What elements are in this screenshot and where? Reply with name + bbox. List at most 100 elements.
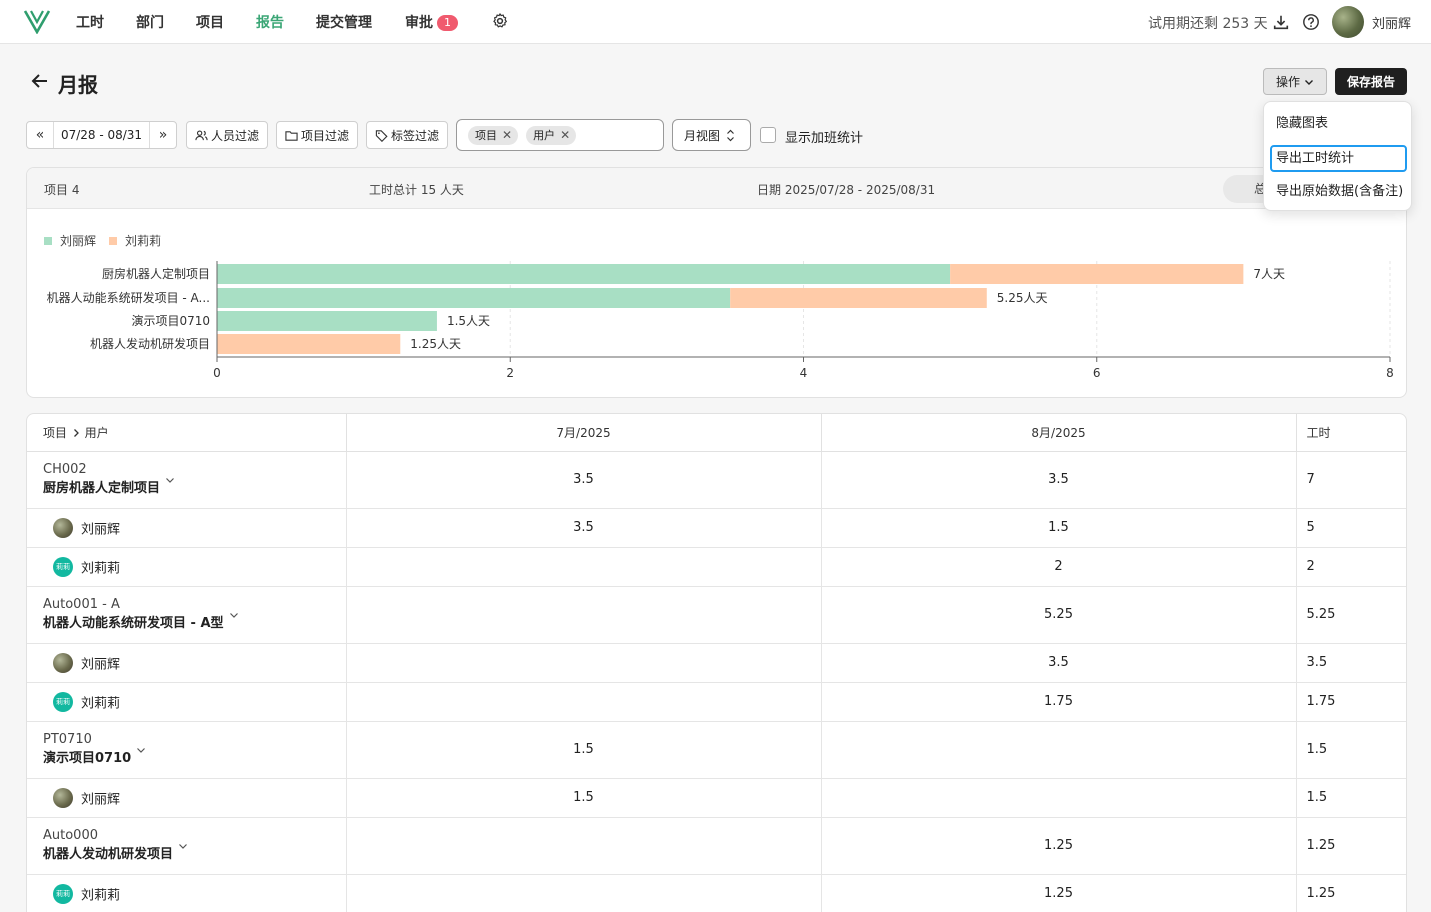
table-row-user: 刘丽辉 3.5 3.5 (27, 643, 1406, 683)
legend-swatch (44, 237, 52, 245)
cell-total: 2 (1296, 547, 1406, 587)
actions-button[interactable]: 操作 (1263, 68, 1327, 95)
cell-total: 1.25 (1296, 817, 1406, 875)
date-range-display[interactable]: 07/28 - 08/31 (53, 122, 150, 148)
menu-item-hide-chart[interactable]: 隐藏图表 (1270, 110, 1407, 137)
project-name: 机器人发动机研发项目 (43, 846, 174, 862)
cell-july (346, 874, 822, 912)
cell-total: 7 (1296, 451, 1406, 509)
chevron-down-icon (1305, 79, 1313, 85)
tag-filter-button[interactable]: 标签过滤 (366, 121, 449, 149)
project-count: 项目 4 (44, 183, 80, 197)
cell-total: 1.5 (1296, 778, 1406, 818)
cell-july: 3.5 (346, 451, 822, 509)
cell-july: 1.5 (346, 778, 822, 818)
chart-bar[interactable] (730, 288, 987, 308)
chart-bar[interactable] (217, 334, 401, 354)
header-project-label: 项目 (43, 425, 68, 440)
chart-bar[interactable] (217, 311, 437, 331)
data-label: 5.25人天 (997, 291, 1048, 305)
cell-august (821, 721, 1297, 779)
people-icon (195, 129, 208, 140)
chevron-down-icon[interactable] (135, 744, 147, 756)
remove-chip-icon[interactable]: ✕ (502, 128, 512, 142)
nav-item-projects[interactable]: 项目 (196, 12, 224, 32)
cell-july (346, 586, 822, 644)
people-filter-button[interactable]: 人员过滤 (186, 121, 269, 149)
x-tick-label: 4 (800, 366, 808, 380)
nav-item-approvals[interactable]: 审批 1 (405, 12, 458, 32)
report-table-card: 项目 用户 7月/2025 8月/2025 工时 CH002 厨房机器人定制项目 … (26, 413, 1407, 912)
chevron-down-icon[interactable] (177, 840, 189, 852)
menu-item-export-hours[interactable]: 导出工时统计 (1270, 145, 1407, 172)
remove-chip-icon[interactable]: ✕ (560, 128, 570, 142)
chart-bar[interactable] (217, 264, 951, 284)
table-row-user: 刘丽辉 1.5 1.5 (27, 778, 1406, 818)
help-icon[interactable] (1302, 13, 1320, 31)
project-name: 机器人动能系统研发项目 - A型 (43, 615, 224, 631)
avatar (53, 517, 73, 538)
view-select[interactable]: 月视图 (672, 119, 751, 151)
table-header-row: 项目 用户 7月/2025 8月/2025 工时 (27, 414, 1406, 452)
group-chip-project-label: 项目 (475, 129, 497, 142)
chevron-down-icon[interactable] (228, 609, 240, 621)
column-header-project-user[interactable]: 项目 用户 (27, 414, 347, 452)
user-name: 刘莉莉 (81, 888, 121, 903)
cell-total: 5 (1296, 508, 1406, 548)
project-filter-label: 项目过滤 (301, 128, 350, 143)
save-report-button[interactable]: 保存报告 (1335, 68, 1407, 95)
x-tick-label: 2 (506, 366, 514, 380)
header-user-label: 用户 (84, 425, 109, 440)
cell-total: 1.5 (1296, 721, 1406, 779)
user-cell: 莉莉 刘莉莉 (27, 874, 347, 912)
project-cell[interactable]: CH002 厨房机器人定制项目 (27, 451, 347, 509)
date-range-picker: « 07/28 - 08/31 » (26, 121, 177, 149)
download-icon[interactable] (1272, 13, 1290, 31)
top-navbar: 工时 部门 项目 报告 提交管理 审批 1 试用期还剩 253 天 刘丽辉 (0, 0, 1431, 44)
nav-item-departments[interactable]: 部门 (136, 12, 164, 32)
nav-item-timesheet[interactable]: 工时 (76, 12, 104, 32)
next-period-button[interactable]: » (150, 122, 176, 148)
chevron-right-icon (73, 428, 79, 437)
gear-icon[interactable] (491, 12, 509, 30)
actions-dropdown-menu: 隐藏图表 导出工时统计 导出原始数据(含备注) (1263, 101, 1412, 211)
table-row-project: CH002 厨房机器人定制项目 3.5 3.5 7 (27, 451, 1406, 509)
project-cell[interactable]: Auto000 机器人发动机研发项目 (27, 817, 347, 875)
chevron-down-icon[interactable] (164, 474, 176, 486)
project-filter-button[interactable]: 项目过滤 (276, 121, 359, 149)
prev-period-button[interactable]: « (27, 122, 53, 148)
summary-bar: 项目 4 工时总计 15 人天 日期 2025/07/28 - 2025/08/… (27, 168, 1406, 209)
group-by-select[interactable]: 项目 ✕ 用户 ✕ (456, 119, 664, 151)
chart-bar[interactable] (950, 264, 1244, 284)
menu-item-export-raw-data[interactable]: 导出原始数据(含备注) (1270, 178, 1407, 205)
x-tick-label: 8 (1386, 366, 1394, 380)
project-cell[interactable]: Auto001 - A 机器人动能系统研发项目 - A型 (27, 586, 347, 644)
overtime-checkbox[interactable] (760, 127, 776, 143)
project-cell[interactable]: PT0710 演示项目0710 (27, 721, 347, 779)
avatar (53, 652, 73, 673)
project-code: PT0710 (43, 731, 92, 747)
chart-bar[interactable] (217, 288, 731, 308)
avatar[interactable] (1332, 6, 1364, 38)
legend-label: 刘丽辉 (60, 234, 96, 248)
cell-total: 1.25 (1296, 874, 1406, 912)
cell-august (821, 778, 1297, 818)
nav-item-submissions[interactable]: 提交管理 (316, 12, 372, 32)
user-name: 刘丽辉 (81, 657, 121, 672)
nav-item-approvals-label: 审批 (405, 15, 433, 31)
group-chip-user: 用户 ✕ (526, 125, 577, 145)
cell-july: 3.5 (346, 508, 822, 548)
cell-july (346, 682, 822, 722)
logo-icon[interactable] (23, 8, 51, 34)
cell-total: 5.25 (1296, 586, 1406, 644)
nav-item-reports[interactable]: 报告 (256, 12, 284, 32)
cell-total: 1.75 (1296, 682, 1406, 722)
cell-july (346, 817, 822, 875)
current-user-name[interactable]: 刘丽辉 (1372, 13, 1411, 32)
category-label: 机器人动能系统研发项目 - A... (47, 290, 210, 305)
back-arrow-icon[interactable] (30, 71, 50, 91)
overtime-checkbox-label: 显示加班统计 (785, 131, 864, 146)
table-row-user: 莉莉 刘莉莉 1.75 1.75 (27, 682, 1406, 722)
column-header-august: 8月/2025 (821, 414, 1297, 452)
category-label: 机器人发动机研发项目 (90, 336, 210, 351)
